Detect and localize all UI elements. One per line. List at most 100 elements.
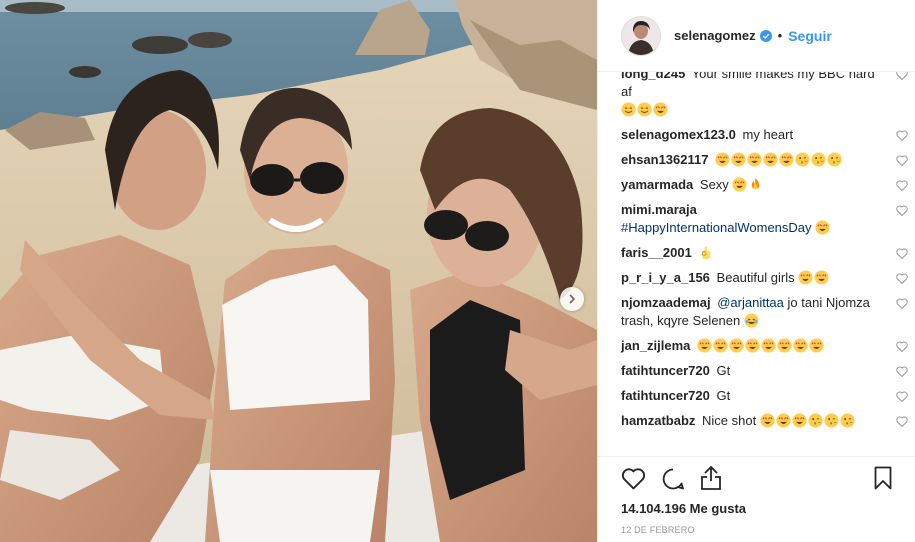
comment-item: fatihtuncer720 Gt <box>621 359 908 384</box>
comment-like-icon[interactable] <box>896 155 908 166</box>
comment-emojis <box>621 102 669 117</box>
hearteyes-emoji-icon <box>776 413 791 428</box>
hearteyes-emoji-icon <box>792 413 807 428</box>
comment-like-icon[interactable] <box>896 416 908 427</box>
comment-like-icon[interactable] <box>896 391 908 402</box>
comment-username[interactable]: hamzatbabz <box>621 413 695 428</box>
comment-item: selenagomex123.0 my heart <box>621 123 908 148</box>
comment-username[interactable]: yamarmada <box>621 177 693 192</box>
comment-username[interactable]: p_r_i_y_a_156 <box>621 270 710 285</box>
kiss-emoji-icon <box>795 152 810 167</box>
post-header: selenagomez • Seguir <box>598 0 915 72</box>
hearteyes-emoji-icon <box>731 152 746 167</box>
comment-item: njomzaademaj @arjanittaa jo tani Njomza … <box>621 291 908 334</box>
hearteyes-emoji-icon <box>809 338 824 353</box>
comment-emojis <box>698 245 714 260</box>
comment-icon[interactable] <box>661 467 685 491</box>
kiss-emoji-icon <box>811 152 826 167</box>
avatar[interactable] <box>621 15 661 56</box>
likes-count[interactable]: 14.104.196 Me gusta <box>621 501 746 516</box>
header-separator: • <box>777 28 783 43</box>
comment-item: mimi.maraja #HappyInternationalWomensDay <box>621 198 908 241</box>
hearteyes-emoji-icon <box>779 152 794 167</box>
comment-username[interactable]: faris__2001 <box>621 245 692 260</box>
comment-like-icon[interactable] <box>896 298 908 309</box>
share-icon[interactable] <box>700 465 722 491</box>
comment-username[interactable]: jan_zijlema <box>621 338 690 353</box>
comment-username[interactable]: fatihtuncer720 <box>621 388 710 403</box>
next-photo-button[interactable] <box>560 287 584 311</box>
comment-emojis <box>697 338 825 353</box>
comment-item: faris__2001 <box>621 241 908 266</box>
comment-hashtag-link[interactable]: #HappyInternationalWomensDay <box>621 220 812 235</box>
heart-icon[interactable] <box>621 467 646 490</box>
comment-item: fatihtuncer720 Gt <box>621 384 908 409</box>
hearteyes-emoji-icon <box>653 102 668 117</box>
hearteyes-emoji-icon <box>715 152 730 167</box>
comment-mention-link[interactable]: @arjanittaa <box>717 295 784 310</box>
comment-like-icon[interactable] <box>896 248 908 259</box>
ok-emoji-icon <box>702 246 711 260</box>
comment-like-icon[interactable] <box>896 273 908 284</box>
post-date[interactable]: 12 DE FEBRERO <box>621 525 695 535</box>
comment-like-icon[interactable] <box>896 205 908 216</box>
grin-emoji-icon <box>637 102 652 117</box>
comment-username[interactable]: mimi.maraja <box>621 202 697 217</box>
comment-username[interactable]: selenagomex123.0 <box>621 127 736 142</box>
comment-username[interactable]: njomzaademaj <box>621 295 711 310</box>
hearteyes-emoji-icon <box>761 338 776 353</box>
hearteyes-emoji-icon <box>793 338 808 353</box>
avatar-photo-icon <box>622 16 660 55</box>
hearteyes-emoji-icon <box>697 338 712 353</box>
comment-text: Nice shot <box>702 413 757 428</box>
bookmark-icon[interactable] <box>874 466 892 490</box>
comment-like-icon[interactable] <box>896 130 908 141</box>
beach-photo-illustration <box>0 0 597 542</box>
hearteyes-emoji-icon <box>729 338 744 353</box>
comment-username[interactable]: fatihtuncer720 <box>621 363 710 378</box>
comment-like-icon[interactable] <box>896 341 908 352</box>
post-photo[interactable] <box>0 0 597 542</box>
comment-text: Sexy <box>699 177 729 192</box>
comment-emojis <box>744 313 760 328</box>
comment-username[interactable]: ehsan1362117 <box>621 152 708 167</box>
kiss-emoji-icon <box>827 152 842 167</box>
hearteyes-emoji-icon <box>747 152 762 167</box>
hearteyes-emoji-icon <box>732 177 747 192</box>
post-side-panel: selenagomez • Seguir long_d245 Your smil… <box>597 0 915 542</box>
comment-emojis <box>715 152 843 167</box>
kiss-emoji-icon <box>840 413 855 428</box>
username[interactable]: selenagomez <box>674 28 756 43</box>
comment-item: p_r_i_y_a_156 Beautiful girls <box>621 266 908 291</box>
hearteyes-emoji-icon <box>745 338 760 353</box>
comment-item: ehsan1362117 <box>621 148 908 173</box>
comment-item: jan_zijlema <box>621 334 908 359</box>
comment-text: Gt <box>716 363 731 378</box>
fire-emoji-icon <box>752 177 760 190</box>
post-actions-bar: 14.104.196 Me gusta 12 DE FEBRERO <box>598 456 915 542</box>
kiss-emoji-icon <box>824 413 839 428</box>
comment-text: Gt <box>716 388 731 403</box>
verified-badge-icon <box>759 29 772 42</box>
hearteyes-emoji-icon <box>814 270 829 285</box>
hearteyes-emoji-icon <box>777 338 792 353</box>
comment-like-icon[interactable] <box>896 180 908 191</box>
follow-button[interactable]: Seguir <box>788 28 832 44</box>
chevron-right-icon <box>569 294 576 304</box>
hearteyes-emoji-icon <box>713 338 728 353</box>
comment-emojis <box>732 177 764 192</box>
hearteyes-emoji-icon <box>763 152 778 167</box>
comments-list[interactable]: long_d245 Your smile makes my BBC hard a… <box>598 62 915 457</box>
comment-emojis <box>760 413 856 428</box>
hearteyes-emoji-icon <box>815 220 830 235</box>
hearteyes-emoji-icon <box>760 413 775 428</box>
comment-emojis <box>798 270 830 285</box>
comment-item: hamzatbabz Nice shot <box>621 409 908 434</box>
comment-like-icon[interactable] <box>896 366 908 377</box>
comment-text: Beautiful girls <box>716 270 795 285</box>
grin-emoji-icon <box>621 102 636 117</box>
comment-item: yamarmada Sexy <box>621 173 908 198</box>
kiss-emoji-icon <box>808 413 823 428</box>
comment-text: my heart <box>742 127 794 142</box>
comment-emojis <box>815 220 831 235</box>
